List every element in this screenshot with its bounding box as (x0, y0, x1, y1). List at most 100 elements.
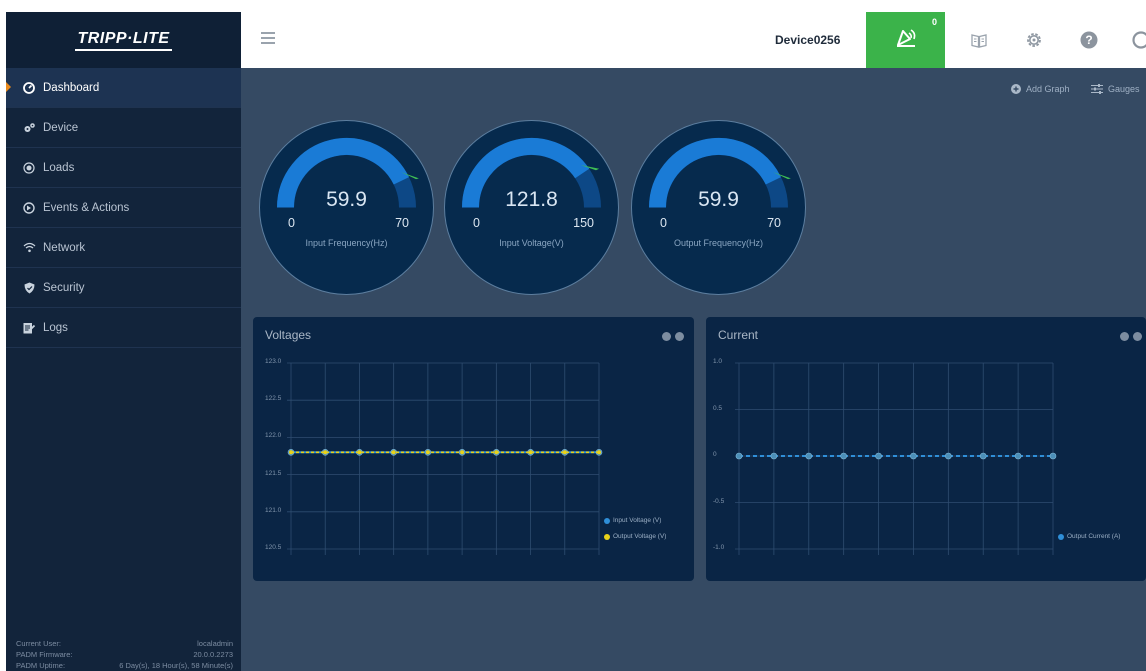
voltages-chart (287, 362, 603, 555)
uptime-row: PADM Uptime: 6 Day(s), 18 Hour(s), 58 Mi… (16, 660, 233, 671)
data-point (805, 452, 813, 460)
sidebar-footer: Current User: localadmin PADM Firmware: … (16, 638, 233, 671)
data-point (875, 452, 882, 460)
tripp-lite-logo[interactable]: TRIPP·LITE (75, 30, 172, 51)
y-tick-label: -0.5 (713, 497, 725, 505)
sidebar-item-label: Events & Actions (43, 201, 130, 214)
uptime-label: PADM Uptime: (16, 661, 66, 670)
sidebar-nav: Dashboard Device Loads Events & Actions (6, 68, 241, 348)
user-icon[interactable] (1131, 30, 1146, 50)
data-point (735, 452, 743, 460)
sidebar-item-logs[interactable]: Logs (6, 308, 241, 348)
y-tick-label: -1.0 (713, 544, 725, 551)
gauge-label: Input Frequency(Hz) (305, 238, 388, 248)
sidebar-item-events-actions[interactable]: Events & Actions (6, 188, 241, 228)
logs-icon (22, 321, 36, 335)
wifi-icon (22, 241, 36, 255)
legend-dot (604, 517, 610, 524)
help-icon[interactable]: ? (1079, 30, 1099, 50)
add-graph-button[interactable]: Add Graph (1011, 84, 1070, 94)
sidebar-item-loads[interactable]: Loads (6, 148, 241, 188)
gauge-min: 0 (473, 216, 480, 230)
y-tick-label: 0.5 (713, 404, 723, 412)
book-icon[interactable] (969, 30, 989, 50)
firmware-value: 20.0.0.2273 (193, 650, 233, 659)
alarm-icon (895, 28, 917, 53)
gauge-max: 70 (395, 216, 409, 230)
data-point (562, 450, 567, 455)
data-point (357, 450, 362, 455)
legend-dot (1058, 533, 1064, 540)
dashboard-content: Add Graph Gauges 59.9 0 70 Input Frequen… (241, 68, 1146, 671)
data-point (528, 450, 533, 455)
data-point (597, 450, 601, 455)
app-window: TRIPP·LITE Dashboard Device Loads Events… (6, 12, 1146, 671)
loads-icon (22, 161, 36, 175)
settings-icon[interactable] (1024, 30, 1044, 50)
gauge-min: 0 (288, 216, 295, 230)
legend-dot (604, 533, 610, 540)
y-tick-label: 120.5 (265, 544, 282, 551)
legend-item[interactable]: Output Current (A) (1058, 533, 1120, 540)
data-point (1049, 452, 1057, 460)
logo-area: TRIPP·LITE (6, 12, 241, 68)
legend-label: Input Voltage (V) (613, 517, 662, 524)
voltages-panel: Voltages 123.0 122.5 122.0 121.5 121.0 120.5 … (253, 317, 694, 581)
sidebar-item-label: Logs (43, 321, 68, 334)
sidebar-item-security[interactable]: Security (6, 268, 241, 308)
firmware-label: PADM Firmware: (16, 650, 73, 659)
gauge-max: 150 (573, 216, 594, 230)
y-tick-label: 122.5 (265, 395, 282, 403)
data-point (460, 450, 465, 455)
alarm-count-badge: 0 (932, 17, 938, 27)
gauge-input-frequency: 59.9 0 70 Input Frequency(Hz) (259, 120, 434, 295)
gauge-value: 59.9 (326, 188, 367, 211)
data-point (910, 452, 917, 460)
y-tick-label: 1.0 (713, 358, 723, 365)
data-point (289, 450, 293, 455)
sidebar-item-device[interactable]: Device (6, 108, 241, 148)
gauge-min: 0 (660, 216, 667, 230)
sidebar-item-label: Security (43, 281, 85, 294)
sidebar-item-label: Loads (43, 161, 75, 174)
legend-label: Output Voltage (V) (613, 533, 667, 540)
legend-item[interactable]: Input Voltage (V) (604, 517, 661, 524)
gauges-label: Gauges (1108, 84, 1140, 94)
sidebar-item-label: Device (43, 121, 79, 134)
data-point (1014, 452, 1022, 460)
sliders-icon (1091, 84, 1103, 94)
data-point (494, 450, 499, 455)
sidebar-item-dashboard[interactable]: Dashboard (6, 68, 241, 108)
plus-circle-icon (1011, 84, 1021, 94)
sidebar-item-label: Network (43, 241, 86, 254)
legend-label: Output Current (A) (1067, 533, 1121, 540)
uptime-value: 6 Day(s), 18 Hour(s), 58 Minute(s) (119, 661, 233, 670)
gauge-output-frequency: 59.9 0 70 Output Frequency(Hz) (631, 120, 806, 295)
y-tick-label: 0 (713, 451, 717, 458)
top-bar: Device0256 0 ? (241, 12, 1146, 68)
shield-icon (22, 281, 36, 295)
y-tick-label: 121.5 (265, 469, 282, 477)
gauge-value: 59.9 (698, 188, 739, 211)
y-tick-label: 123.0 (265, 358, 282, 365)
gears-icon (22, 121, 36, 135)
gauge-value: 121.8 (505, 188, 558, 211)
dashboard-icon (22, 81, 36, 95)
gauges-button[interactable]: Gauges (1091, 84, 1140, 94)
current-panel: Current 1.0 0.5 0 -0.5 -1.0 Output Current (… (706, 317, 1146, 581)
data-point (391, 450, 396, 455)
sidebar-item-network[interactable]: Network (6, 228, 241, 268)
data-point (840, 452, 847, 460)
menu-icon[interactable] (261, 32, 275, 44)
data-point (770, 452, 778, 460)
gauge-label: Input Voltage(V) (499, 238, 564, 248)
y-tick-label: 122.0 (265, 432, 282, 440)
current-user-label: Current User: (16, 639, 62, 648)
data-point (945, 452, 952, 460)
data-point (425, 450, 430, 455)
data-point (979, 452, 987, 460)
gauge-input-voltage: 121.8 0 150 Input Voltage(V) (444, 120, 619, 295)
legend-item[interactable]: Output Voltage (V) (604, 533, 666, 540)
current-chart (735, 362, 1057, 555)
sidebar-item-label: Dashboard (43, 81, 100, 94)
